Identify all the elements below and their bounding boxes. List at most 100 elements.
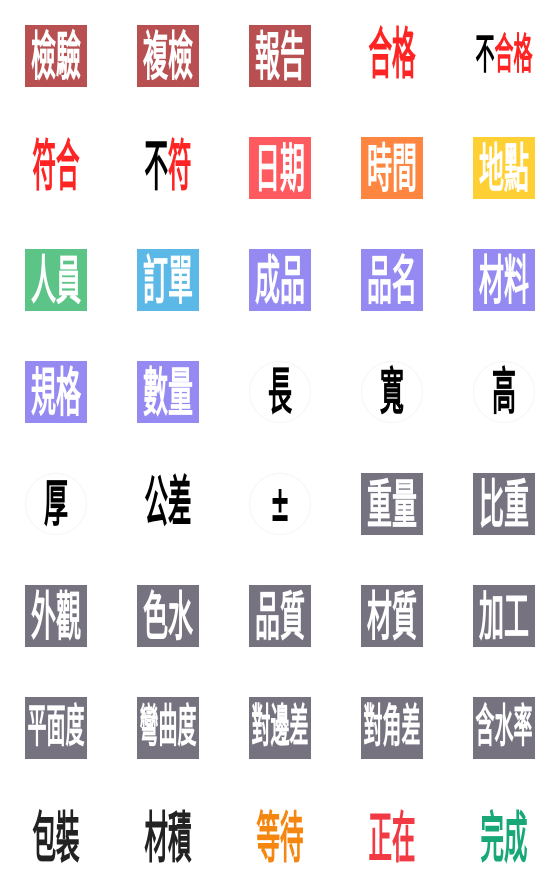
sticker-label-part: 平面度: [27, 700, 85, 754]
sticker-label: 色水: [143, 590, 193, 643]
sticker-r5-c3[interactable]: ±: [249, 473, 311, 535]
sticker-r3-c3[interactable]: 成品: [249, 249, 311, 311]
sticker-label: 品質: [255, 590, 305, 643]
sticker-label: 正在: [369, 811, 416, 867]
sticker-label: 平面度: [27, 704, 84, 751]
sticker-label: 重量: [367, 478, 417, 531]
sticker-label: 訂單: [143, 254, 193, 307]
sticker-r2-c2[interactable]: 不符: [137, 137, 199, 199]
sticker-r8-c3[interactable]: 等待: [249, 809, 311, 871]
sticker-r7-c4[interactable]: 對角差: [361, 697, 423, 759]
sticker-r4-c2[interactable]: 數量: [137, 361, 199, 423]
sticker-r3-c4[interactable]: 品名: [361, 249, 423, 311]
sticker-label-part: 包裝: [32, 805, 80, 872]
sticker-label-part: 品質: [254, 585, 305, 647]
sticker-r8-c4[interactable]: 正在: [361, 809, 423, 871]
sticker-r4-c5[interactable]: 高: [473, 361, 535, 423]
sticker-label-part: 日期: [254, 137, 305, 199]
sticker-label: 含水率: [475, 704, 532, 751]
sticker-r6-c4[interactable]: 材質: [361, 585, 423, 647]
sticker-label: 不符: [145, 139, 192, 195]
sticker-label: 公差: [145, 475, 192, 531]
sticker-label: ±: [270, 479, 290, 529]
sticker-label: 完成: [481, 811, 528, 867]
sticker-r6-c1[interactable]: 外觀: [25, 585, 87, 647]
sticker-r7-c3[interactable]: 對邊差: [249, 697, 311, 759]
sticker-label-part: 材質: [366, 585, 417, 647]
sticker-r1-c5[interactable]: 不合格: [473, 25, 535, 87]
sticker-label: 高: [492, 367, 516, 417]
sticker-label-part: 高: [492, 362, 516, 422]
sticker-label: 日期: [255, 142, 305, 195]
sticker-label-part: 含水率: [475, 700, 533, 754]
sticker-r5-c5[interactable]: 比重: [473, 473, 535, 535]
sticker-label: 材質: [367, 590, 417, 643]
sticker-r2-c3[interactable]: 日期: [249, 137, 311, 199]
sticker-label-part: 符合: [32, 133, 80, 200]
sticker-r1-c3[interactable]: 報告: [249, 25, 311, 87]
sticker-label-part: 數量: [142, 361, 193, 423]
sticker-r2-c4[interactable]: 時間: [361, 137, 423, 199]
sticker-label: 人員: [31, 254, 81, 307]
sticker-r2-c1[interactable]: 符合: [25, 137, 87, 199]
sticker-r8-c1[interactable]: 包裝: [25, 809, 87, 871]
sticker-label-part: 合格: [368, 21, 416, 88]
sticker-r4-c1[interactable]: 規格: [25, 361, 87, 423]
sticker-label: 符合: [33, 139, 80, 195]
sticker-label-part: 完成: [480, 805, 528, 872]
sticker-r6-c2[interactable]: 色水: [137, 585, 199, 647]
sticker-label-part: 地點: [478, 137, 529, 199]
sticker-label-part: 品名: [366, 249, 417, 311]
sticker-label: 包裝: [33, 811, 80, 867]
sticker-r6-c5[interactable]: 加工: [473, 585, 535, 647]
sticker-r6-c3[interactable]: 品質: [249, 585, 311, 647]
sticker-label-part: 檢驗: [30, 25, 81, 87]
sticker-label: 比重: [479, 478, 529, 531]
sticker-label: 等待: [257, 811, 304, 867]
sticker-label: 長: [268, 367, 292, 417]
sticker-label: 對邊差: [251, 704, 308, 751]
sticker-label-part: 對邊差: [251, 700, 309, 754]
sticker-r1-c4[interactable]: 合格: [361, 25, 423, 87]
sticker-label-part: ±: [269, 474, 291, 534]
sticker-label: 材料: [479, 254, 529, 307]
sticker-r4-c3[interactable]: 長: [249, 361, 311, 423]
sticker-label: 品名: [367, 254, 417, 307]
sticker-label: 合格: [369, 27, 416, 83]
sticker-r8-c2[interactable]: 材積: [137, 809, 199, 871]
sticker-r3-c1[interactable]: 人員: [25, 249, 87, 311]
sticker-label: 成品: [255, 254, 305, 307]
sticker-label-part: 不: [144, 133, 169, 200]
sticker-label-part: 外觀: [30, 585, 81, 647]
sticker-r3-c5[interactable]: 材料: [473, 249, 535, 311]
sticker-r4-c4[interactable]: 寬: [361, 361, 423, 423]
sticker-r5-c4[interactable]: 重量: [361, 473, 423, 535]
sticker-label-part: 彎曲度: [139, 700, 197, 754]
sticker-r1-c2[interactable]: 複檢: [137, 25, 199, 87]
sticker-r7-c5[interactable]: 含水率: [473, 697, 535, 759]
sticker-label-part: 複檢: [142, 25, 193, 87]
sticker-label-part: 符: [168, 133, 192, 200]
sticker-r7-c1[interactable]: 平面度: [25, 697, 87, 759]
sticker-label-part: 重量: [366, 473, 417, 535]
sticker-r7-c2[interactable]: 彎曲度: [137, 697, 199, 759]
sticker-label-part: 長: [268, 362, 292, 422]
sticker-label-part: 人員: [30, 249, 81, 311]
sticker-r1-c1[interactable]: 檢驗: [25, 25, 87, 87]
sticker-r2-c5[interactable]: 地點: [473, 137, 535, 199]
sticker-label-part: 合格: [494, 30, 533, 80]
sticker-label: 不合格: [475, 34, 532, 77]
sticker-label-part: 寬: [380, 362, 404, 422]
sticker-r5-c2[interactable]: 公差: [137, 473, 199, 535]
sticker-label: 時間: [367, 142, 417, 195]
sticker-label: 複檢: [143, 30, 193, 83]
sticker-r3-c2[interactable]: 訂單: [137, 249, 199, 311]
sticker-label-part: 不: [475, 30, 495, 80]
sticker-label: 地點: [479, 142, 529, 195]
sticker-label-part: 訂單: [142, 249, 193, 311]
sticker-r5-c1[interactable]: 厚: [25, 473, 87, 535]
sticker-label: 報告: [255, 30, 305, 83]
sticker-label: 寬: [380, 367, 404, 417]
sticker-label: 彎曲度: [139, 704, 196, 751]
sticker-r8-c5[interactable]: 完成: [473, 809, 535, 871]
